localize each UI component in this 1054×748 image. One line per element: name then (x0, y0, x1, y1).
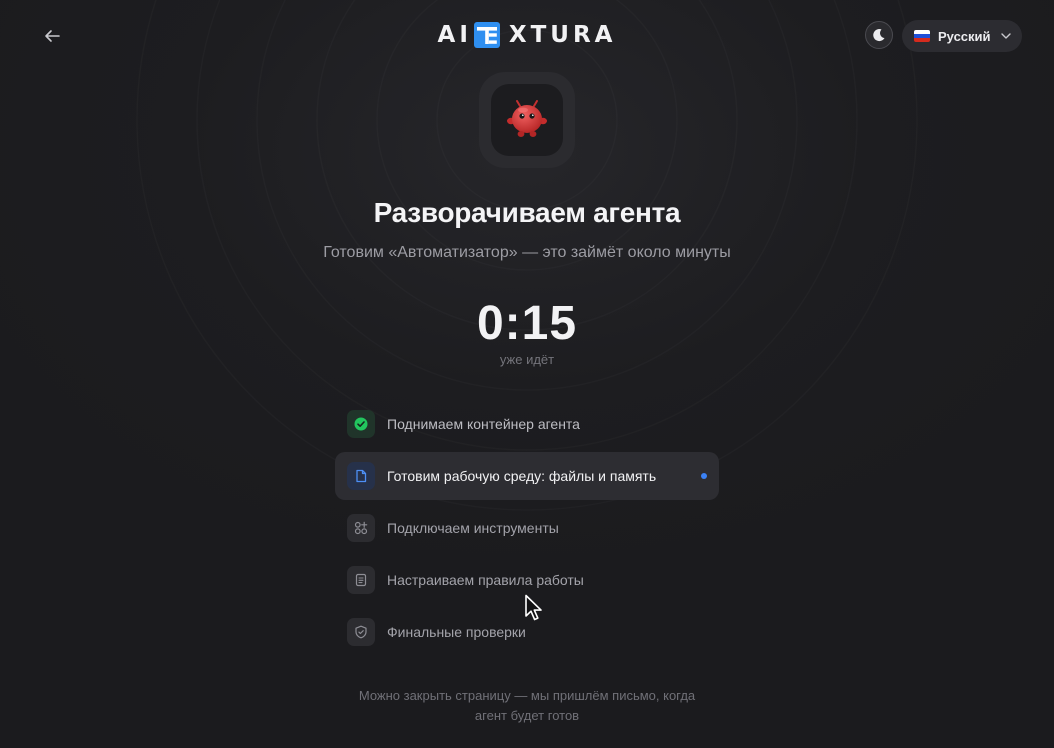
agent-avatar (479, 72, 575, 168)
step-label: Готовим рабочую среду: файлы и память (387, 468, 657, 484)
page-title: Разворачиваем агента (373, 197, 681, 228)
language-label: Русский (938, 28, 991, 44)
chevron-down-icon (1000, 33, 1011, 39)
step-label: Поднимаем контейнер агента (387, 416, 580, 432)
language-select[interactable]: Русский (902, 20, 1022, 52)
red-robot-mascot-icon (507, 100, 547, 137)
theme-toggle-button[interactable] (865, 21, 893, 49)
logo-text-right: XTURA (508, 22, 617, 48)
elapsed-timer: 0:15 (476, 297, 578, 350)
step-tools: Подключаем инструменты (335, 504, 719, 552)
shield-check-icon (347, 618, 375, 646)
logo-mark-icon (473, 22, 500, 48)
step-workspace: Готовим рабочую среду: файлы и память (335, 452, 719, 500)
page-subtitle: Готовим «Автоматизатор» — это займёт око… (323, 244, 731, 261)
timer-caption: уже идёт (499, 352, 555, 367)
footer-note-line1: Можно закрыть страницу — мы пришлём пись… (358, 688, 696, 703)
russia-flag-icon (914, 30, 930, 42)
file-icon (347, 462, 375, 490)
mouse-cursor-icon (525, 594, 542, 621)
logo-text-left: AI (437, 22, 472, 48)
agent-avatar-frame (491, 84, 563, 156)
footer-note-line2: агент будет готов (474, 708, 580, 723)
document-icon (347, 566, 375, 594)
step-label: Финальные проверки (387, 624, 526, 640)
moon-icon (873, 29, 885, 42)
brand-logo: AI XTURA (0, 22, 1054, 48)
step-label: Настраиваем правила работы (387, 572, 584, 588)
step-container: Поднимаем контейнер агента (335, 400, 719, 448)
check-circle-icon (347, 410, 375, 438)
footer-note: Можно закрыть страницу — мы пришлём пись… (0, 686, 1054, 726)
step-label: Подключаем инструменты (387, 520, 559, 536)
grid-plus-icon (347, 514, 375, 542)
active-indicator-dot (701, 473, 707, 479)
